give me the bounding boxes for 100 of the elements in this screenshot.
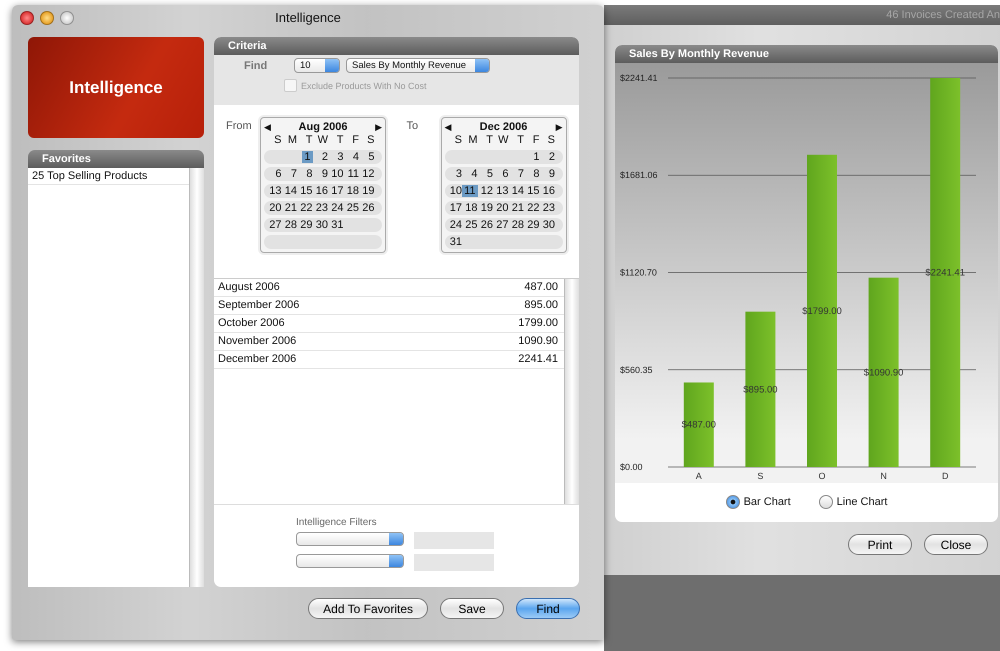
calendar-day[interactable]: 6	[275, 168, 282, 180]
calendar-day[interactable]: 19	[480, 202, 493, 214]
calendar-day[interactable]: 19	[362, 185, 374, 197]
calendar-day[interactable]: 15	[527, 185, 540, 197]
calendar-day[interactable]: 16	[316, 185, 328, 197]
calendar-day[interactable]: 13	[269, 185, 282, 197]
action-button[interactable]: Print	[848, 534, 912, 555]
table-cell: 2241.41	[518, 353, 558, 366]
calendar-day[interactable]: 4	[471, 168, 478, 180]
calendar-day[interactable]: 12	[362, 168, 374, 180]
calendar-day[interactable]: 25	[465, 219, 478, 231]
calendar-day[interactable]: 12	[480, 185, 493, 197]
calendar-day[interactable]: 27	[496, 219, 508, 231]
calendar-day[interactable]: 31	[450, 236, 462, 248]
calendar-day[interactable]: 10	[331, 168, 344, 180]
calendar-day[interactable]: 5	[486, 168, 493, 180]
calendar-day[interactable]: 6	[502, 168, 508, 180]
month-label: Dec 2006	[480, 121, 528, 133]
calendar-day[interactable]: 4	[352, 151, 359, 163]
logo-banner: Intelligence	[28, 37, 204, 138]
action-button[interactable]: Save	[440, 598, 504, 619]
calendar-day[interactable]: 30	[316, 219, 328, 231]
find-label: Find	[244, 60, 268, 72]
calendar-day[interactable]: 24	[450, 219, 462, 231]
previous-month-button[interactable]: ◀	[444, 122, 452, 132]
filters-label: Intelligence Filters	[296, 517, 378, 528]
calendar[interactable]: ◀ Aug 2006 ▶ S M T W T F S 1 2 3 4 5 6 7 8 9 10 11 12 13 14 15 16 17 18 19 20 21 22 23 24 25 26 27 28 29 30 31	[260, 117, 386, 253]
count-dropdown[interactable]: 10	[294, 58, 340, 73]
calendar-day[interactable]: 17	[331, 185, 344, 197]
calendar-day[interactable]: 30	[542, 219, 555, 231]
weekday-label: S	[274, 134, 282, 146]
table-cell: 895.00	[524, 299, 558, 312]
weekday-label: T	[336, 134, 344, 146]
action-button[interactable]: Add To Favorites	[308, 598, 428, 619]
calendar-day[interactable]: 17	[450, 202, 462, 214]
table-cell: 1799.00	[518, 317, 558, 330]
calendar-day[interactable]: 13	[496, 185, 508, 197]
filter-dropdown[interactable]	[296, 554, 404, 568]
calendar-day[interactable]: 18	[346, 185, 359, 197]
report-dropdown[interactable]: Sales By Monthly Revenue	[346, 58, 490, 73]
radio-label: Bar Chart	[744, 496, 791, 508]
weekday-label: F	[532, 134, 540, 146]
calendar-day[interactable]: 11	[462, 185, 478, 197]
calendar-day[interactable]: 3	[337, 151, 344, 163]
calendar-day[interactable]: 1	[533, 151, 540, 163]
favorite-item[interactable]: 25 Top Selling Products	[28, 168, 189, 185]
calendar-day[interactable]: 14	[284, 185, 297, 197]
calendar-day[interactable]: 8	[533, 168, 540, 180]
calendar-day[interactable]: 1	[302, 151, 312, 163]
axis-label: $1120.70	[620, 268, 657, 278]
minimize-icon[interactable]	[40, 10, 54, 24]
table-cell: December 2006	[218, 353, 296, 366]
calendar-day[interactable]: 16	[542, 185, 555, 197]
calendar-day[interactable]: 18	[465, 202, 478, 214]
calendar-day[interactable]: 2	[548, 151, 555, 163]
calendar-day[interactable]: 29	[527, 219, 540, 231]
filter-dropdown[interactable]	[296, 532, 404, 546]
calendar-day[interactable]: 31	[331, 219, 344, 231]
calendar-day[interactable]: 5	[368, 151, 374, 163]
calendar-day[interactable]: 24	[331, 202, 344, 214]
action-button[interactable]: Close	[924, 534, 988, 555]
previous-month-button[interactable]: ◀	[264, 122, 271, 132]
calendar-day[interactable]: 7	[518, 168, 524, 180]
calendar-day[interactable]: 29	[300, 219, 312, 231]
radio-button[interactable]	[818, 495, 833, 509]
calendar-day[interactable]: 22	[300, 202, 312, 214]
radio-button[interactable]	[726, 495, 740, 509]
calendar-day[interactable]: 26	[480, 219, 493, 231]
action-button[interactable]: Find	[516, 598, 580, 619]
calendar-day[interactable]: 14	[512, 185, 524, 197]
next-month-button[interactable]: ▶	[375, 122, 382, 132]
scrollbar[interactable]	[189, 168, 204, 587]
calendar-day[interactable]: 7	[290, 168, 297, 180]
weekday-label: T	[517, 134, 524, 146]
calendar-day[interactable]: 15	[300, 185, 312, 197]
calendar-day[interactable]: 21	[512, 202, 524, 214]
calendar-day[interactable]: 22	[527, 202, 540, 214]
calendar-day[interactable]: 23	[316, 202, 328, 214]
close-icon[interactable]	[20, 10, 34, 24]
zoom-icon[interactable]	[60, 10, 74, 24]
calendar-day[interactable]: 21	[284, 202, 297, 214]
calendar-day[interactable]: 28	[284, 219, 297, 231]
calendar-day[interactable]: 26	[362, 202, 374, 214]
calendar-day[interactable]: 9	[548, 168, 555, 180]
calendar-day[interactable]: 8	[306, 168, 312, 180]
calendar-day[interactable]: 2	[322, 151, 328, 163]
calendar-day[interactable]: 25	[346, 202, 359, 214]
next-month-button[interactable]: ▶	[556, 122, 562, 132]
calendar-day[interactable]: 11	[348, 168, 359, 180]
calendar-day[interactable]: 27	[269, 219, 282, 231]
calendar-day[interactable]: 9	[322, 168, 328, 180]
calendar-day[interactable]: 20	[496, 202, 508, 214]
calendar-day[interactable]: 20	[269, 202, 282, 214]
calendar[interactable]: ◀ Dec 2006 ▶ S M T W T F S 1 2 3 4 5 6 7 8 9 10 11 12 13 14 15 16 17 18 19 20 21 22 23 24 25 26 27 28 29 30 31	[440, 117, 566, 253]
calendar-day[interactable]: 28	[512, 219, 524, 231]
calendar-day[interactable]: 10	[450, 185, 462, 197]
scrollbar[interactable]	[564, 279, 579, 504]
calendar-day[interactable]: 23	[542, 202, 555, 214]
axis-label: A	[696, 471, 702, 481]
calendar-day[interactable]: 3	[456, 168, 462, 180]
